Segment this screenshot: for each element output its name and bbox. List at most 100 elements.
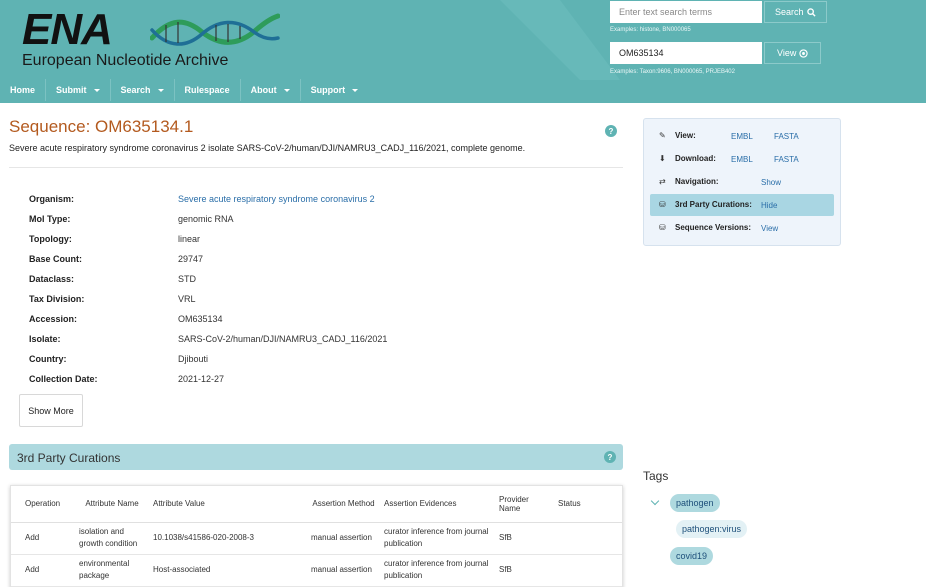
view-fasta-link[interactable]: FASTA: [774, 132, 799, 141]
metadata-value: 29747: [178, 254, 204, 264]
caret-down-icon: [283, 88, 290, 92]
metadata-row: Organism: Severe acute respiratory syndro…: [29, 190, 449, 210]
download-fasta-link[interactable]: FASTA: [774, 155, 799, 164]
help-icon[interactable]: ?: [604, 451, 616, 463]
sequence-description: Severe acute respiratory syndrome corona…: [9, 143, 526, 153]
text-search-examples: Examples: histone, BN000065: [610, 27, 691, 33]
nav-about[interactable]: About: [241, 79, 301, 101]
caret-down-icon: [352, 88, 359, 92]
metadata-row: Tax Division: VRL: [29, 290, 449, 310]
metadata-value: STD: [178, 274, 196, 284]
tag-covid19[interactable]: covid19: [670, 547, 714, 565]
search-icon: [806, 7, 816, 17]
nav-home[interactable]: Home: [0, 79, 47, 101]
download-embl-link[interactable]: EMBL: [731, 155, 753, 164]
metadata-row: Isolate: SARS-CoV-2/human/DJI/NAMRU3_CADJ…: [29, 330, 449, 350]
curations-label: 3rd Party Curations:: [675, 200, 752, 209]
navigation-row: ⇄ Navigation: Show: [650, 171, 834, 193]
text-search-button[interactable]: Search: [764, 1, 827, 23]
sequence-actions-panel: ✎ View: EMBL FASTA ⬇ Download: EMBL FAST…: [643, 118, 841, 246]
text-search-form: Search: [610, 1, 827, 23]
view-embl-link[interactable]: EMBL: [731, 132, 753, 141]
table-cell: SfB: [495, 554, 554, 587]
metadata-key: Tax Division:: [29, 294, 85, 304]
versions-row: ⛁ Sequence Versions: View: [650, 217, 834, 239]
metadata-key: Base Count:: [29, 254, 83, 264]
nav-search[interactable]: Search: [111, 79, 175, 101]
table-cell: [554, 522, 622, 555]
nav-support[interactable]: Support: [301, 79, 369, 101]
metadata-value: SARS-CoV-2/human/DJI/NAMRU3_CADJ_116/202…: [178, 334, 388, 344]
curations-table: Operation Attribute Name Attribute Value…: [10, 485, 623, 587]
curations-hide-link[interactable]: Hide: [761, 201, 777, 210]
navigation-label: Navigation:: [675, 177, 719, 186]
navigation-show-link[interactable]: Show: [761, 178, 781, 187]
table-cell: Add: [11, 554, 75, 587]
accession-search-form: View: [610, 42, 822, 64]
metadata-value: Djibouti: [178, 354, 209, 364]
curations-section-header: 3rd Party Curations ?: [9, 444, 623, 470]
logo-text: ENA: [22, 5, 113, 54]
table-cell: Host-associated: [149, 554, 307, 587]
metadata-row: Topology: linear: [29, 230, 449, 250]
metadata-key: Topology:: [29, 234, 72, 244]
table-cell: SfB: [495, 522, 554, 555]
table-header-row: Operation Attribute Name Attribute Value…: [11, 486, 622, 523]
metadata-key: Dataclass:: [29, 274, 75, 284]
table-cell: curator inference from journal publicati…: [380, 522, 495, 555]
accession-input[interactable]: [610, 42, 762, 64]
database-icon: ⛁: [659, 223, 666, 232]
versions-view-link[interactable]: View: [761, 224, 778, 233]
table-cell: isolation and growth condition: [75, 522, 149, 555]
nav-rulespace[interactable]: Rulespace: [175, 79, 241, 101]
download-icon: ⬇: [659, 154, 666, 163]
view-icon: ✎: [659, 131, 666, 140]
column-header: Assertion Method: [307, 486, 380, 523]
download-row: ⬇ Download: EMBL FASTA: [650, 148, 834, 170]
metadata-row: Collection Date: 2021-12-27: [29, 370, 449, 390]
divider: [9, 167, 623, 168]
nav-submit[interactable]: Submit: [46, 79, 111, 101]
table-cell: manual assertion: [307, 554, 380, 587]
view-label: View:: [675, 131, 696, 140]
header-decoration: [500, 0, 620, 80]
show-more-button[interactable]: Show More: [19, 394, 83, 427]
caret-down-icon: [157, 88, 164, 92]
metadata-key: Collection Date:: [29, 374, 98, 384]
metadata-row: Country: Djibouti: [29, 350, 449, 370]
column-header: Operation: [11, 486, 75, 523]
ena-logo[interactable]: ENA European Nucleotide Archive: [22, 5, 280, 69]
column-header: Status: [554, 486, 622, 523]
column-header: Attribute Name: [75, 486, 149, 523]
table-cell: [554, 554, 622, 587]
chevron-down-icon[interactable]: [650, 496, 660, 506]
organism-link[interactable]: Severe acute respiratory syndrome corona…: [178, 194, 375, 204]
metadata-value: linear: [178, 234, 201, 244]
tag-pathogen-virus[interactable]: pathogen:virus: [676, 520, 748, 538]
accession-search-examples: Examples: Taxon:9606, BN000065, PRJEB402: [610, 69, 735, 75]
tag-pathogen[interactable]: pathogen: [670, 494, 720, 512]
table-cell: manual assertion: [307, 522, 380, 555]
metadata-row: Dataclass: STD: [29, 270, 449, 290]
metadata-row: Mol Type: genomic RNA: [29, 210, 449, 230]
metadata-value: genomic RNA: [178, 214, 234, 224]
database-icon: ⛁: [659, 200, 666, 209]
swap-icon: ⇄: [659, 177, 666, 186]
metadata-key: Organism:: [29, 194, 75, 204]
column-header: Provider Name: [495, 486, 554, 523]
table-cell: 10.1038/s41586-020-2008-3: [149, 522, 307, 555]
metadata-key: Isolate:: [29, 334, 61, 344]
metadata-row: Base Count: 29747: [29, 250, 449, 270]
metadata-key: Country:: [29, 354, 67, 364]
metadata-value: OM635134: [178, 314, 223, 324]
page-title: Sequence: OM635134.1: [9, 117, 194, 136]
target-icon: [799, 48, 809, 58]
text-search-input[interactable]: [610, 1, 762, 23]
table-row: Add environmental package Host-associate…: [11, 554, 622, 587]
logo-subtitle: European Nucleotide Archive: [22, 52, 229, 69]
site-header: ENA European Nucleotide Archive Search E…: [0, 0, 926, 103]
view-button[interactable]: View: [764, 42, 822, 64]
metadata-value: 2021-12-27: [178, 374, 225, 384]
help-icon[interactable]: ?: [605, 125, 617, 137]
view-row: ✎ View: EMBL FASTA: [650, 125, 834, 147]
